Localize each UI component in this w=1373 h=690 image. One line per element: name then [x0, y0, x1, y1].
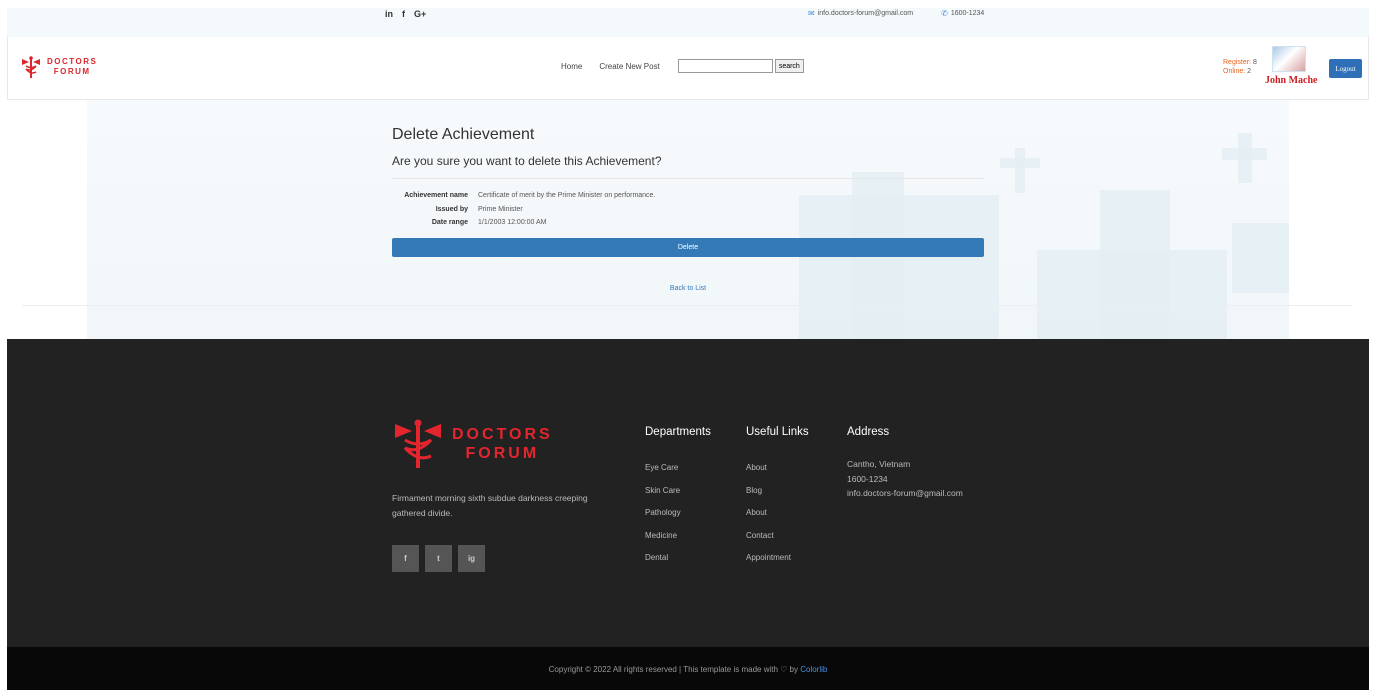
back-to-list-link[interactable]: Back to List — [392, 285, 984, 292]
detail-value: Prime Minister — [478, 205, 523, 213]
useful-link[interactable]: Appointment — [746, 547, 809, 570]
address-line: Cantho, Vietnam — [847, 459, 911, 469]
useful-link[interactable]: About — [746, 502, 809, 525]
address-title: Address — [847, 426, 890, 438]
useful-link[interactable]: About — [746, 457, 809, 480]
detail-row: Date range 1/1/2003 12:00:00 AM — [392, 216, 655, 230]
caduceus-icon — [22, 56, 40, 78]
register-label: Register: — [1223, 59, 1252, 66]
facebook-icon[interactable]: f — [392, 545, 419, 572]
nav-create-new-post[interactable]: Create New Post — [599, 62, 659, 71]
address-phone: 1600-1234 — [847, 473, 888, 484]
avatar[interactable] — [1272, 46, 1306, 72]
detail-label: Issued by — [435, 205, 468, 213]
departments-title: Departments — [645, 426, 711, 438]
logo-line-2: FORUM — [53, 67, 91, 76]
online-stat: Online: 2 — [1223, 67, 1257, 76]
caduceus-icon — [395, 419, 441, 468]
top-phone-text: 1600-1234 — [950, 10, 985, 17]
facebook-icon[interactable]: f — [402, 8, 405, 20]
footer-departments: Departments Eye Care Skin Care Pathology… — [645, 426, 711, 570]
copyright-text: Copyright © 2022 All rights reserved | T… — [7, 665, 1369, 674]
register-count: 8 — [1252, 59, 1257, 66]
medical-background — [87, 100, 1289, 339]
detail-value: Certificate of merit by the Prime Minist… — [478, 192, 656, 199]
detail-row: Issued by Prime Minister — [392, 203, 655, 217]
twitter-icon[interactable]: t — [425, 545, 452, 572]
divider — [392, 178, 984, 179]
bg-cross-shape — [1232, 223, 1289, 293]
delete-button[interactable]: Delete — [392, 238, 984, 257]
department-link[interactable]: Dental — [645, 547, 711, 570]
footer-address: Address Cantho, Vietnam 1600-1234 info.d… — [847, 426, 963, 501]
top-email-text: info.doctors-forum@gmail.com — [817, 10, 914, 17]
search-input[interactable] — [677, 59, 773, 73]
detail-value: 1/1/2003 12:00:00 AM — [478, 219, 547, 226]
detail-label: Achievement name — [404, 192, 468, 199]
footer-logo-line-1: DOCTORS — [452, 426, 553, 443]
useful-links-title: Useful Links — [746, 426, 809, 438]
bg-cross-shape — [1238, 133, 1252, 183]
logo-wordmark: DOCTORS FORUM — [47, 57, 97, 77]
useful-link[interactable]: Blog — [746, 480, 809, 503]
copyright-label: Copyright © 2022 All rights reserved | T… — [548, 665, 798, 674]
bg-cross-shape — [1100, 190, 1170, 339]
envelope-icon: ✉ — [808, 9, 815, 18]
online-label: Online: — [1223, 68, 1246, 75]
address-email[interactable]: info.doctors-forum@gmail.com — [847, 486, 963, 501]
user-name[interactable]: John Mache — [1265, 75, 1318, 86]
footer-useful-links: Useful Links About Blog About Contact Ap… — [746, 426, 809, 570]
footer-logo-line-2: FORUM — [465, 445, 540, 462]
section-divider — [22, 305, 1352, 306]
logo-line-1: DOCTORS — [47, 57, 98, 66]
detail-label: Date range — [431, 219, 468, 226]
detail-row: Achievement name Certificate of merit by… — [392, 189, 655, 203]
department-link[interactable]: Pathology — [645, 502, 711, 525]
forum-stats: Register: 8 Online: 2 — [1223, 58, 1257, 76]
register-stat: Register: 8 — [1223, 58, 1257, 67]
footer-social: f t ig — [392, 545, 485, 572]
footer-logo[interactable]: DOCTORS FORUM — [392, 418, 553, 470]
top-contact: ✉ info.doctors-forum@gmail.com ✆ 1600-12… — [808, 8, 984, 20]
phone-icon: ✆ — [941, 9, 948, 18]
online-count: 2 — [1247, 68, 1252, 75]
footer-description: Firmament morning sixth subdue darkness … — [392, 493, 588, 518]
copyright-bar: Copyright © 2022 All rights reserved | T… — [7, 647, 1369, 690]
google-plus-icon[interactable]: G+ — [414, 8, 426, 20]
department-link[interactable]: Eye Care — [645, 457, 711, 480]
footer-logo-wordmark: DOCTORS FORUM — [452, 425, 553, 463]
search-button[interactable]: search — [774, 59, 804, 73]
top-phone: ✆ 1600-1234 — [941, 8, 984, 20]
top-info-bar — [7, 8, 1369, 37]
department-link[interactable]: Skin Care — [645, 480, 711, 503]
confirm-question: Are you sure you want to delete this Ach… — [392, 154, 662, 168]
top-email: ✉ info.doctors-forum@gmail.com — [808, 8, 913, 20]
nav-home[interactable]: Home — [561, 62, 582, 71]
site-logo[interactable]: DOCTORS FORUM — [20, 55, 97, 79]
department-link[interactable]: Medicine — [645, 525, 711, 548]
logout-button[interactable]: Logout — [1329, 59, 1362, 78]
main-content: Delete Achievement Are you sure you want… — [7, 100, 1369, 339]
achievement-details: Achievement name Certificate of merit by… — [392, 189, 655, 230]
useful-link[interactable]: Contact — [746, 525, 809, 548]
site-header: DOCTORS FORUM Home Create New Post searc… — [7, 37, 1369, 100]
colorlib-link[interactable]: Colorlib — [800, 665, 827, 674]
main-nav: Home Create New Post search — [561, 59, 804, 73]
page-title: Delete Achievement — [392, 126, 535, 143]
bg-cross-shape — [1015, 148, 1025, 193]
top-social-links: in f G+ — [385, 8, 426, 20]
linkedin-icon[interactable]: in — [385, 8, 393, 20]
instagram-icon[interactable]: ig — [458, 545, 485, 572]
